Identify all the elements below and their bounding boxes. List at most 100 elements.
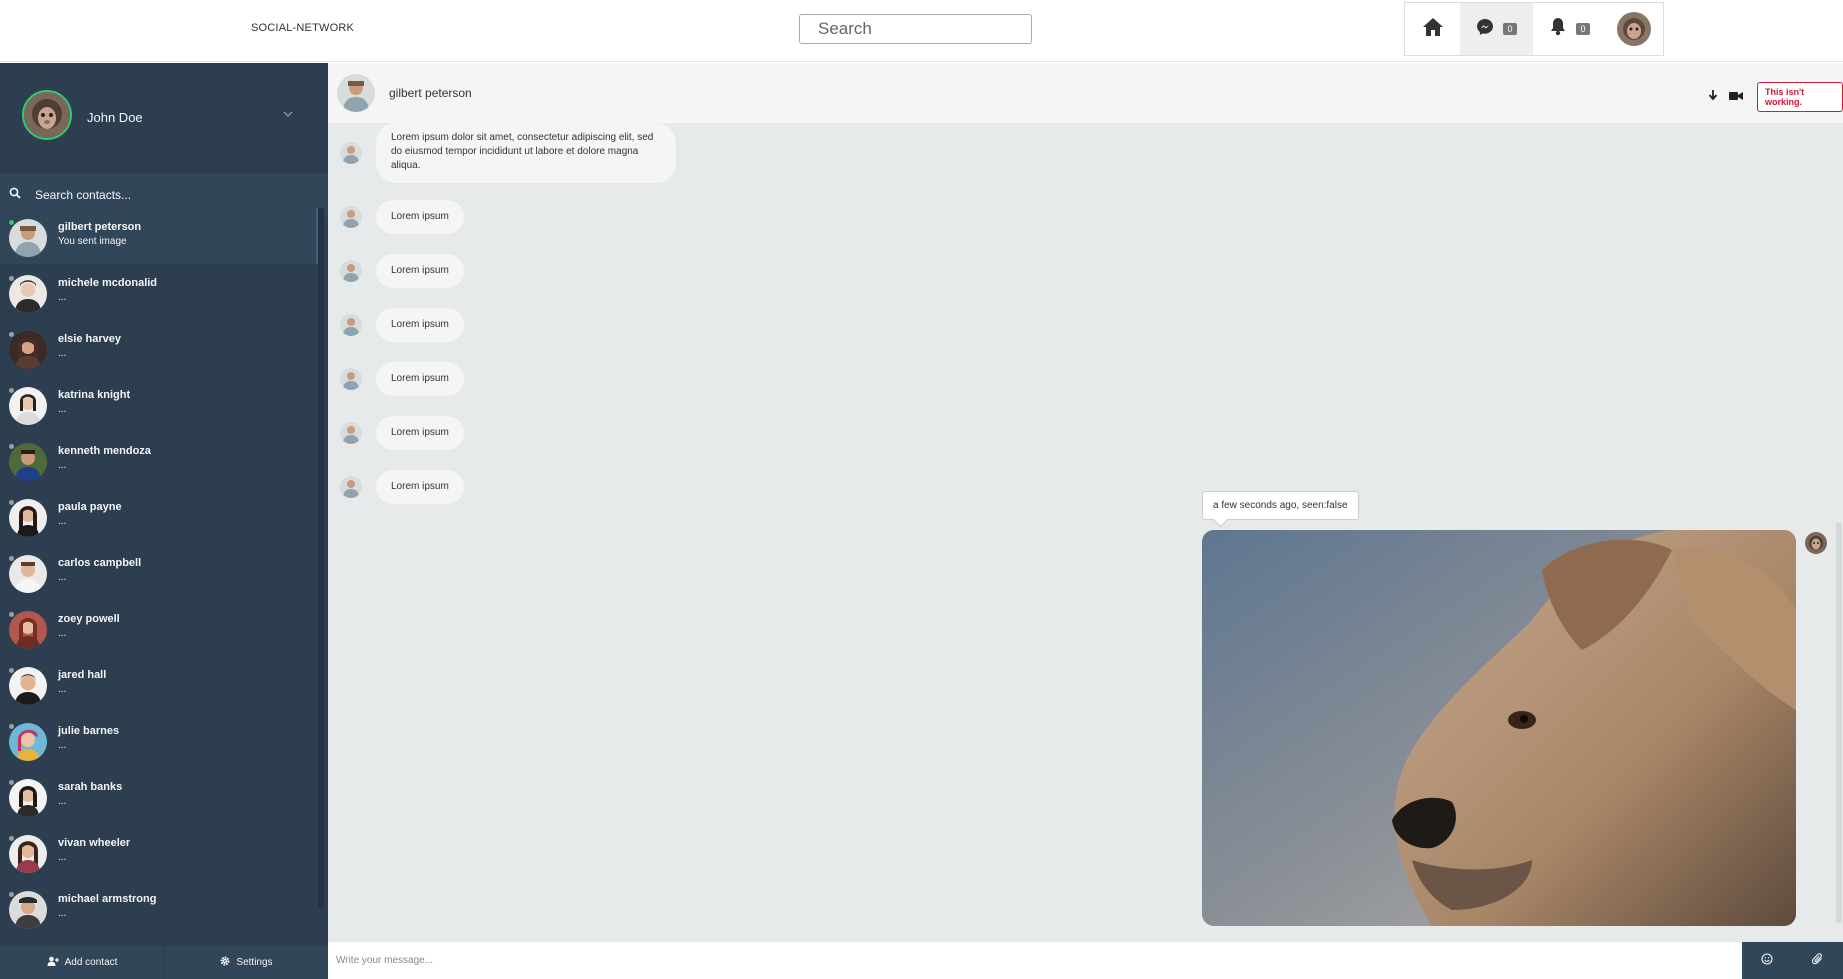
brand-logo[interactable]: SOCIAL-NETWORK <box>251 22 354 34</box>
contact-item[interactable]: paula payne ... <box>0 488 320 544</box>
avatar <box>9 667 47 705</box>
contact-name: paula payne <box>58 501 122 513</box>
avatar <box>9 387 47 425</box>
contact-preview: ... <box>58 908 67 919</box>
notifications-button[interactable]: 0 <box>1533 3 1606 55</box>
message-bubble: Lorem ipsum <box>376 416 464 450</box>
avatar <box>1616 12 1651 46</box>
gear-icon <box>220 956 236 969</box>
add-contact-button[interactable]: Add contact <box>0 946 164 979</box>
message-received: Lorem ipsum <box>340 416 464 450</box>
message-input[interactable] <box>328 942 1742 979</box>
chat-header: gilbert peterson This isn't working. <box>328 63 1843 123</box>
contact-item[interactable]: kenneth mendoza ... <box>0 432 320 488</box>
contact-item[interactable]: sarah banks ... <box>0 768 320 824</box>
message-received: Lorem ipsum <box>340 470 464 504</box>
avatar <box>9 611 47 649</box>
notifications-count-badge: 0 <box>1576 23 1590 35</box>
contact-item[interactable]: vivan wheeler ... <box>0 824 320 880</box>
nav-icon-group: 0 0 <box>1404 2 1664 56</box>
avatar <box>9 219 47 257</box>
chat-contact-name: gilbert peterson <box>389 86 472 100</box>
contact-preview: You sent image <box>58 236 127 247</box>
contact-preview: ... <box>58 572 67 583</box>
avatar[interactable] <box>22 90 72 140</box>
contact-name: gilbert peterson <box>58 221 142 233</box>
message-received: Lorem ipsum dolor sit amet, consectetur … <box>340 123 676 183</box>
contact-name: kenneth mendoza <box>58 445 151 457</box>
message-received: Lorem ipsum <box>340 200 464 234</box>
messenger-icon <box>1476 18 1494 41</box>
contact-item[interactable]: michael armstrong ... <box>0 880 320 936</box>
contact-name: katrina knight <box>58 389 131 401</box>
avatar <box>9 835 47 873</box>
message-bubble: Lorem ipsum dolor sit amet, consectetur … <box>376 123 676 183</box>
contact-preview: ... <box>58 684 67 695</box>
contact-item[interactable]: jared hall ... <box>0 656 320 712</box>
contact-item[interactable]: katrina knight ... <box>0 376 320 432</box>
chevron-down-icon[interactable] <box>282 107 294 125</box>
search-icon <box>9 186 21 204</box>
avatar <box>340 422 362 444</box>
messages-button[interactable]: 0 <box>1460 3 1533 55</box>
contact-name: michele mcdonalid <box>58 277 158 289</box>
message-bubble: Lorem ipsum <box>376 200 464 234</box>
profile-name: John Doe <box>87 110 143 125</box>
profile-panel: John Doe <box>0 63 328 173</box>
message-composer <box>328 942 1843 979</box>
contact-preview: ... <box>58 628 67 639</box>
avatar <box>9 499 47 537</box>
avatar <box>1805 532 1827 554</box>
sent-image[interactable] <box>1202 530 1796 926</box>
global-search-input[interactable] <box>799 14 1032 44</box>
contact-item[interactable]: julie barnes ... <box>0 712 320 768</box>
contact-preview: ... <box>58 292 67 303</box>
attach-button[interactable] <box>1793 942 1843 979</box>
avatar <box>9 891 47 929</box>
composer-actions <box>1742 942 1843 979</box>
contact-item[interactable]: elsie harvey ... <box>0 320 320 376</box>
bell-icon <box>1549 17 1567 41</box>
messages-count-badge: 0 <box>1503 23 1517 35</box>
contact-name: jared hall <box>58 669 107 681</box>
contact-item[interactable]: gilbert peterson You sent image <box>0 208 320 264</box>
message-bubble: Lorem ipsum <box>376 308 464 342</box>
contact-preview: ... <box>58 796 67 807</box>
user-plus-icon <box>47 956 65 969</box>
contact-list-scrollbar[interactable] <box>318 208 324 908</box>
chat-scrollbar-thumb[interactable] <box>1836 523 1842 923</box>
avatar <box>340 206 362 228</box>
contact-preview: ... <box>58 404 67 415</box>
emoji-button[interactable] <box>1742 942 1793 979</box>
sent-image-tooltip: a few seconds ago, seen:false <box>1202 491 1359 520</box>
user-avatar-menu[interactable] <box>1606 3 1661 55</box>
top-navbar: SOCIAL-NETWORK 0 0 <box>0 0 1843 62</box>
contact-name: carlos campbell <box>58 557 142 569</box>
avatar <box>9 331 47 369</box>
contact-search-input[interactable] <box>35 188 305 202</box>
contact-name: zoey powell <box>58 613 120 625</box>
avatar <box>9 275 47 313</box>
message-bubble: Lorem ipsum <box>376 254 464 288</box>
message-bubble: Lorem ipsum <box>376 470 464 504</box>
contact-preview: ... <box>58 852 67 863</box>
video-camera-icon[interactable] <box>1729 88 1743 106</box>
contact-item[interactable]: carlos campbell ... <box>0 544 320 600</box>
arrow-down-icon[interactable] <box>1707 88 1719 106</box>
avatar <box>9 779 47 817</box>
message-received: Lorem ipsum <box>340 308 464 342</box>
paperclip-icon <box>1811 952 1824 970</box>
contact-preview: ... <box>58 348 67 359</box>
contact-item[interactable]: michele mcdonalid ... <box>0 264 320 320</box>
sidebar-bottom-bar: Add contact Settings <box>0 946 328 979</box>
avatar <box>340 142 362 164</box>
contact-item[interactable]: zoey powell ... <box>0 600 320 656</box>
chat-scrollbar[interactable] <box>1835 123 1843 933</box>
settings-label: Settings <box>236 957 273 968</box>
contact-preview: ... <box>58 516 67 527</box>
contact-name: michael armstrong <box>58 893 157 905</box>
avatar <box>340 314 362 336</box>
contact-list: gilbert peterson You sent image michele … <box>0 208 328 938</box>
settings-button[interactable]: Settings <box>164 946 328 979</box>
home-button[interactable] <box>1405 3 1460 55</box>
